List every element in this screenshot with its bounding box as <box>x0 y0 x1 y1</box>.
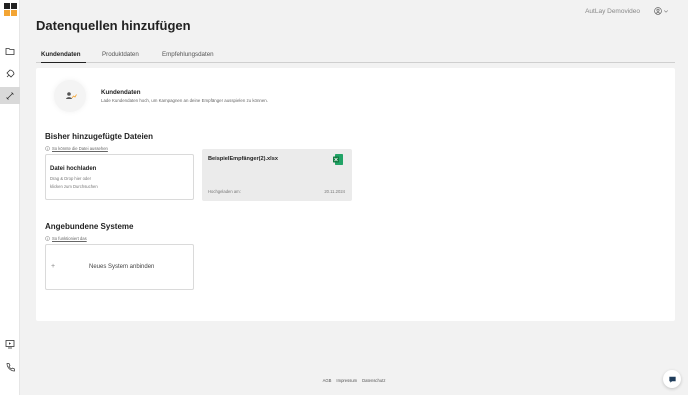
hero-title: Kundendaten <box>101 89 141 96</box>
new-system-label: Neues System anbinden <box>89 264 155 270</box>
user-chart-icon <box>66 92 77 99</box>
file-name: BeispielEmpfänger(2).xlsx <box>208 156 278 162</box>
chat-icon <box>668 376 676 383</box>
hero-description: Lade Kundendaten hoch, um Kampagnen an d… <box>101 98 268 103</box>
info-icon <box>45 146 50 151</box>
footer-link-agb[interactable]: AGB <box>323 378 332 383</box>
sidebar <box>0 0 20 395</box>
sidebar-item-video[interactable] <box>0 335 20 352</box>
upload-title: Datei hochladen <box>50 166 97 172</box>
sidebar-item-phone[interactable] <box>0 358 20 375</box>
tab-produktdaten[interactable]: Produktdaten <box>102 51 139 63</box>
files-hint-link[interactable]: So könnte die Datei aussehen <box>52 146 108 151</box>
excel-file-icon <box>333 154 343 165</box>
new-system-button[interactable]: + Neues System anbinden <box>45 244 194 290</box>
file-uploaded-date: 20.11.2024 <box>324 189 345 194</box>
systems-section-title: Angebundene Systeme <box>45 222 134 231</box>
upload-instruction-2: klicken zum Durchsuchen <box>50 184 98 189</box>
file-uploaded-label: Hochgeladen am: <box>208 189 241 194</box>
sidebar-item-datasources[interactable] <box>0 87 20 104</box>
customer-data-illustration <box>54 80 86 112</box>
upload-instruction-1: Drag & Drop hier oder <box>50 176 91 181</box>
page-title: Datenquellen hinzufügen <box>36 18 191 33</box>
main-card: Kundendaten Lade Kundendaten hoch, um Ka… <box>36 68 675 321</box>
phone-icon <box>6 362 15 371</box>
user-avatar-icon[interactable] <box>654 7 662 15</box>
footer-link-impressum[interactable]: Impressum <box>336 378 357 383</box>
video-icon <box>5 339 15 348</box>
link-icon <box>6 91 14 100</box>
tab-empfehlungsdaten[interactable]: Empfehlungsdaten <box>162 51 214 63</box>
sidebar-item-campaigns[interactable] <box>0 65 20 82</box>
info-icon <box>45 236 50 241</box>
tab-kundendaten[interactable]: Kundendaten <box>41 51 86 63</box>
uploaded-file-card[interactable]: BeispielEmpfänger(2).xlsx Hochgeladen am… <box>202 149 352 201</box>
tab-bar: Kundendaten Produktdaten Empfehlungsdate… <box>36 49 675 63</box>
chat-button[interactable] <box>663 370 681 388</box>
user-name: AutLay Demovideo <box>585 8 640 15</box>
footer: AGB Impressum Datenschutz <box>0 378 688 383</box>
rocket-icon <box>6 69 15 78</box>
sidebar-item-folder[interactable] <box>0 42 20 59</box>
systems-hint[interactable]: So funktioniert das <box>45 236 87 241</box>
files-hint[interactable]: So könnte die Datei aussehen <box>45 146 108 151</box>
chevron-down-icon[interactable] <box>663 8 669 14</box>
systems-hint-link[interactable]: So funktioniert das <box>52 236 87 241</box>
upload-dropzone[interactable]: Datei hochladen Drag & Drop hier oder kl… <box>45 154 194 200</box>
app-logo[interactable] <box>4 3 17 16</box>
footer-link-datenschutz[interactable]: Datenschutz <box>362 378 385 383</box>
folder-icon <box>5 47 15 55</box>
plus-icon: + <box>51 263 56 270</box>
files-section-title: Bisher hinzugefügte Dateien <box>45 132 154 141</box>
